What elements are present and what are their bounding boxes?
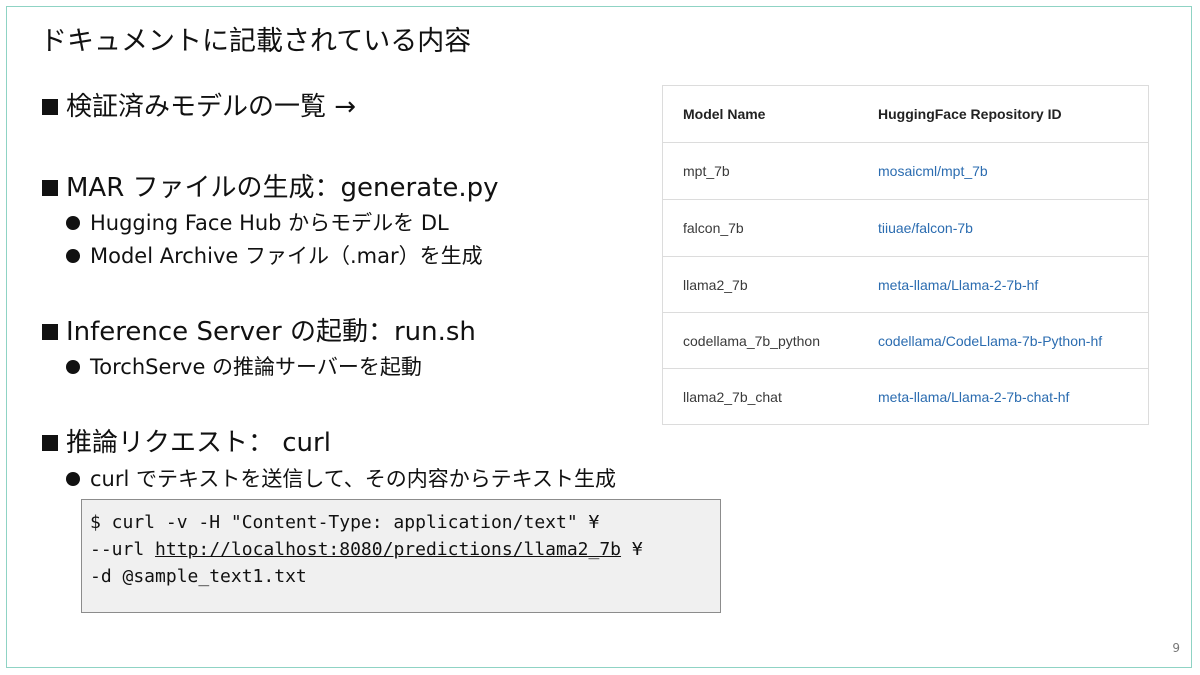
bullet-item: curl でテキストを送信して、その内容からテキスト生成 — [66, 465, 616, 493]
model-name-cell: codellama_7b_python — [683, 332, 820, 349]
column-header-repository-id: HuggingFace Repository ID — [878, 106, 1062, 122]
slide: ドキュメントに記載されている内容 検証済みモデルの一覧 → MAR ファイルの生… — [0, 0, 1200, 675]
code-line: --url http://localhost:8080/predictions/… — [90, 536, 720, 563]
square-bullet-icon — [42, 435, 58, 451]
slide-title: ドキュメントに記載されている内容 — [40, 26, 472, 57]
table-row: mpt_7b mosaicml/mpt_7b — [663, 143, 1148, 200]
repository-id-link[interactable]: mosaicml/mpt_7b — [878, 163, 988, 179]
page-number: 9 — [1172, 641, 1180, 655]
code-line: $ curl -v -H "Content-Type: application/… — [90, 512, 600, 533]
model-name-cell: mpt_7b — [683, 163, 730, 179]
section-heading-mar-generation: MAR ファイルの生成：generate.py — [40, 171, 499, 205]
bullet-text: Hugging Face Hub からモデルを DL — [90, 211, 449, 235]
model-name-cell: falcon_7b — [683, 220, 744, 236]
table-header-row: Model Name HuggingFace Repository ID — [663, 86, 1148, 143]
model-name-cell: llama2_7b_chat — [683, 388, 782, 405]
bullet-text: curl でテキストを送信して、その内容からテキスト生成 — [90, 467, 617, 491]
table-row: codellama_7b_python codellama/CodeLlama-… — [663, 313, 1148, 369]
bullet-text: Model Archive ファイル（.mar）を生成 — [90, 244, 483, 268]
square-bullet-icon — [42, 324, 58, 340]
repository-id-link[interactable]: tiiuae/falcon-7b — [878, 220, 973, 236]
bullet-text: TorchServe の推論サーバーを起動 — [90, 355, 422, 379]
code-url-link[interactable]: http://localhost:8080/predictions/llama2… — [155, 539, 621, 560]
section-heading-inference-request: 推論リクエスト： curl — [40, 426, 331, 460]
dot-bullet-icon — [66, 216, 80, 230]
repository-id-link[interactable]: meta-llama/Llama-2-7b-chat-hf — [878, 389, 1069, 405]
dot-bullet-icon — [66, 360, 80, 374]
repository-id-link[interactable]: meta-llama/Llama-2-7b-hf — [878, 277, 1038, 293]
code-line: -d @sample_text1.txt — [90, 566, 307, 587]
dot-bullet-icon — [66, 249, 80, 263]
table-row: falcon_7b tiiuae/falcon-7b — [663, 200, 1148, 257]
table-row: llama2_7b meta-llama/Llama-2-7b-hf — [663, 257, 1148, 313]
code-text: --url — [90, 539, 156, 560]
code-block: $ curl -v -H "Content-Type: application/… — [81, 499, 721, 613]
bullet-item: Hugging Face Hub からモデルを DL — [66, 209, 449, 237]
bullet-item: TorchServe の推論サーバーを起動 — [66, 353, 422, 381]
section-heading-text: MAR ファイルの生成：generate.py — [66, 173, 499, 203]
section-heading-text: 検証済みモデルの一覧 → — [66, 92, 357, 122]
section-heading-inference-server: Inference Server の起動：run.sh — [40, 315, 476, 349]
bullet-item: Model Archive ファイル（.mar）を生成 — [66, 242, 483, 270]
square-bullet-icon — [42, 99, 58, 115]
section-heading-text: Inference Server の起動：run.sh — [66, 317, 476, 347]
repository-id-link[interactable]: codellama/CodeLlama-7b-Python-hf — [878, 333, 1102, 349]
column-header-model-name: Model Name — [683, 106, 766, 122]
table-row: llama2_7b_chat meta-llama/Llama-2-7b-cha… — [663, 369, 1148, 424]
dot-bullet-icon — [66, 472, 80, 486]
square-bullet-icon — [42, 180, 58, 196]
model-table: Model Name HuggingFace Repository ID mpt… — [662, 85, 1149, 425]
section-heading-text: 推論リクエスト： curl — [66, 428, 331, 458]
section-heading-model-list: 検証済みモデルの一覧 → — [40, 90, 356, 124]
code-text: ¥ — [621, 539, 643, 560]
model-name-cell: llama2_7b — [683, 276, 748, 293]
